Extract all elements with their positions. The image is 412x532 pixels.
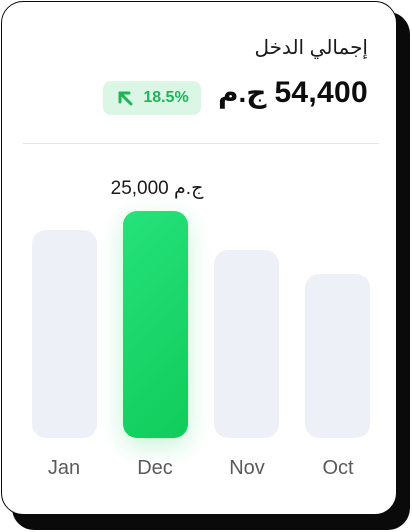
month-label-jan: Jan <box>47 457 81 479</box>
bar-jan[interactable] <box>32 230 97 438</box>
card-title: إجمالي الدخل <box>254 37 368 59</box>
bar-dec[interactable] <box>123 211 188 438</box>
total-currency: ج.م <box>217 77 267 108</box>
bar-oct[interactable] <box>305 274 370 438</box>
income-card: إجمالي الدخل ج.م 54,400 18.5% 25,000 ج.م… <box>1 1 397 515</box>
month-label-oct: Oct <box>322 457 354 479</box>
bar-nov[interactable] <box>214 250 279 438</box>
total-value: 54,400 <box>274 76 368 109</box>
total-income: ج.م 54,400 <box>218 76 368 110</box>
income-card-stage: إجمالي الدخل ج.م 54,400 18.5% 25,000 ج.م… <box>0 0 412 532</box>
divider <box>23 143 379 144</box>
month-label-dec: Dec <box>137 457 173 479</box>
bar-value-label: 25,000 ج.م <box>110 178 204 199</box>
change-badge: 18.5% <box>103 81 201 115</box>
month-label-nov: Nov <box>229 457 265 479</box>
arrow-up-left-icon <box>118 91 133 106</box>
change-percent: 18.5% <box>143 89 189 106</box>
